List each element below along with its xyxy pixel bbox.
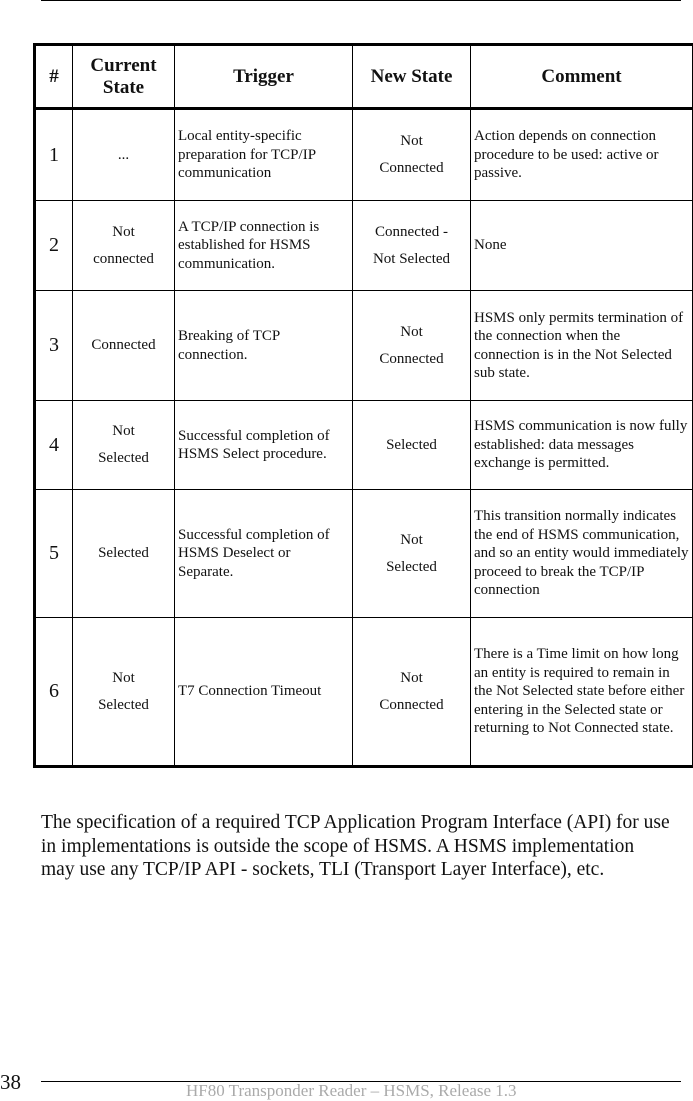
table-row: 2NotconnectedA TCP/IP connection is esta…: [35, 201, 693, 291]
current-state-text: connected: [76, 246, 171, 273]
comment-cell: HSMS only permits termination of the con…: [471, 291, 693, 401]
current-state-cell: Notconnected: [73, 201, 175, 291]
table-row: 4NotSelectedSuccessful completion of HSM…: [35, 401, 693, 490]
row-number: 1: [35, 109, 73, 201]
new-state-text: Not: [356, 319, 467, 346]
new-state-text: Connected: [356, 155, 467, 182]
current-state-text: ...: [76, 142, 171, 169]
table-row: 1...Local entity-specific preparation fo…: [35, 109, 693, 201]
new-state-cell: NotSelected: [353, 490, 471, 618]
new-state-text: Not: [356, 665, 467, 692]
new-state-cell: NotConnected: [353, 291, 471, 401]
row-number: 3: [35, 291, 73, 401]
row-number: 6: [35, 618, 73, 767]
trigger-cell: Local entity-specific preparation for TC…: [175, 109, 353, 201]
footer-title: HF80 Transponder Reader – HSMS, Release …: [186, 1081, 517, 1101]
row-number: 4: [35, 401, 73, 490]
new-state-text: Connected -: [356, 219, 467, 246]
current-state-cell: NotSelected: [73, 401, 175, 490]
column-header-trigger: Trigger: [175, 45, 353, 109]
header-rule: [41, 0, 681, 1]
state-transition-table: # Current State Trigger New State Commen…: [33, 43, 693, 768]
table-header-row: # Current State Trigger New State Commen…: [35, 45, 693, 109]
current-state-text: Not: [76, 219, 171, 246]
table-row: 6NotSelectedT7 Connection TimeoutNotConn…: [35, 618, 693, 767]
comment-cell: Action depends on connection procedure t…: [471, 109, 693, 201]
table-row: 3ConnectedBreaking of TCP connection.Not…: [35, 291, 693, 401]
current-state-text: Not: [76, 665, 171, 692]
new-state-text: Not: [356, 128, 467, 155]
column-header-current-state: Current State: [73, 45, 175, 109]
trigger-cell: T7 Connection Timeout: [175, 618, 353, 767]
row-number: 5: [35, 490, 73, 618]
current-state-cell: Selected: [73, 490, 175, 618]
column-header-new-state: New State: [353, 45, 471, 109]
new-state-text: Selected: [356, 554, 467, 581]
trigger-cell: A TCP/IP connection is established for H…: [175, 201, 353, 291]
new-state-text: Selected: [356, 432, 467, 459]
column-header-comment: Comment: [471, 45, 693, 109]
new-state-text: Not: [356, 527, 467, 554]
trigger-cell: Successful completion of HSMS Select pro…: [175, 401, 353, 490]
body-paragraph: The specification of a required TCP Appl…: [41, 811, 671, 882]
new-state-text: Connected: [356, 346, 467, 373]
new-state-text: Connected: [356, 692, 467, 719]
current-state-text: Connected: [76, 332, 171, 359]
comment-cell: There is a Time limit on how long an ent…: [471, 618, 693, 767]
comment-cell: None: [471, 201, 693, 291]
comment-cell: HSMS communication is now fully establis…: [471, 401, 693, 490]
current-state-cell: Connected: [73, 291, 175, 401]
column-header-num: #: [35, 45, 73, 109]
current-state-text: Selected: [76, 692, 171, 719]
new-state-text: Not Selected: [356, 246, 467, 273]
new-state-cell: NotConnected: [353, 618, 471, 767]
current-state-text: Not: [76, 418, 171, 445]
comment-cell: This transition normally indicates the e…: [471, 490, 693, 618]
trigger-cell: Successful completion of HSMS Deselect o…: [175, 490, 353, 618]
new-state-cell: Selected: [353, 401, 471, 490]
current-state-cell: NotSelected: [73, 618, 175, 767]
current-state-cell: ...: [73, 109, 175, 201]
table-row: 5SelectedSuccessful completion of HSMS D…: [35, 490, 693, 618]
new-state-cell: Connected -Not Selected: [353, 201, 471, 291]
current-state-text: Selected: [76, 445, 171, 472]
page-number: 38: [0, 1070, 21, 1094]
new-state-cell: NotConnected: [353, 109, 471, 201]
trigger-cell: Breaking of TCP connection.: [175, 291, 353, 401]
current-state-text: Selected: [76, 540, 171, 567]
row-number: 2: [35, 201, 73, 291]
